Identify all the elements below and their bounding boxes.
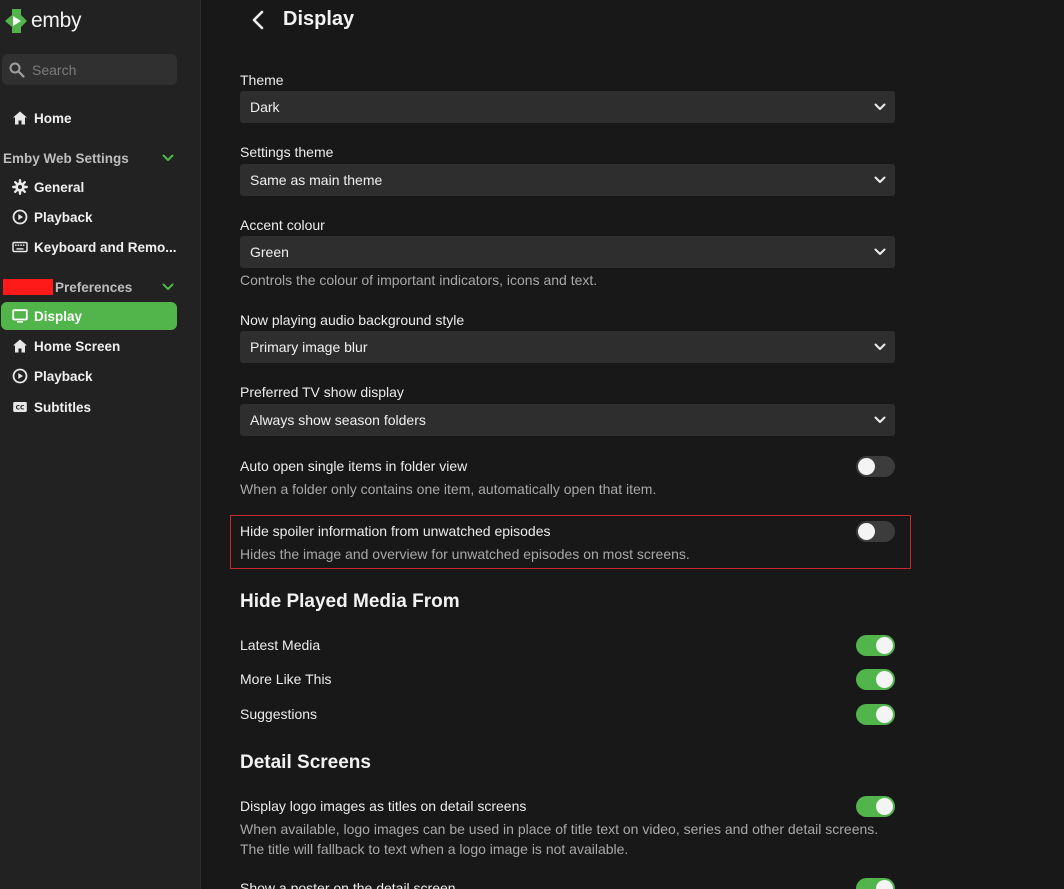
latest-media-label: Latest Media — [240, 637, 321, 653]
hide-spoiler-description: Hides the image and overview for unwatch… — [240, 546, 690, 562]
toggle-knob — [876, 706, 893, 723]
tv-display-select[interactable]: Always show season folders — [240, 404, 895, 436]
now-playing-value: Primary image blur — [250, 339, 368, 355]
detail-screens-heading: Detail Screens — [240, 752, 371, 773]
keyboard-icon — [11, 239, 28, 256]
suggestions-label: Suggestions — [240, 706, 318, 722]
gear-icon — [11, 179, 28, 196]
toggle-knob — [876, 880, 893, 889]
sidebar-item-label: Display — [34, 308, 83, 324]
tv-display-value: Always show season folders — [250, 412, 426, 428]
suggestions-toggle[interactable] — [856, 704, 895, 725]
play-circle-icon — [11, 368, 28, 385]
search-input[interactable]: Search — [2, 54, 177, 85]
more-like-this-toggle[interactable] — [856, 669, 895, 690]
sidebar-item-home[interactable]: Home — [1, 104, 177, 132]
logo-titles-toggle[interactable] — [856, 796, 895, 817]
sidebar-item-playback-pref[interactable]: Playback — [1, 362, 177, 390]
home-icon — [11, 338, 28, 355]
auto-open-label: Auto open single items in folder view — [240, 458, 468, 474]
more-like-this-label: More Like This — [240, 671, 332, 687]
theme-value: Dark — [250, 99, 280, 115]
search-icon — [9, 62, 25, 78]
theme-label: Theme — [240, 72, 284, 88]
poster-toggle[interactable] — [856, 878, 895, 889]
sidebar-item-general[interactable]: General — [1, 173, 177, 201]
sidebar-item-label: Home Screen — [34, 338, 121, 354]
settings-theme-label: Settings theme — [240, 144, 334, 160]
theme-select[interactable]: Dark — [240, 91, 895, 123]
section-preferences[interactable]: Preferences — [3, 276, 175, 298]
logo-titles-description-1: When available, logo images can be used … — [240, 821, 879, 837]
chevron-down-icon — [874, 343, 886, 350]
hide-spoiler-toggle[interactable] — [856, 521, 895, 542]
accent-colour-select[interactable]: Green — [240, 236, 895, 268]
hide-spoiler-label: Hide spoiler information from unwatched … — [240, 523, 551, 539]
toggle-knob — [876, 798, 893, 815]
accent-colour-value: Green — [250, 244, 289, 260]
section-emby-web-settings[interactable]: Emby Web Settings — [3, 147, 175, 169]
section-title: Emby Web Settings — [3, 150, 129, 166]
auto-open-toggle[interactable] — [856, 456, 895, 477]
settings-theme-select[interactable]: Same as main theme — [240, 164, 895, 196]
chevron-down-icon — [874, 248, 886, 255]
sidebar-item-keyboard[interactable]: Keyboard and Remo... — [1, 233, 177, 261]
hide-played-heading: Hide Played Media From — [240, 591, 460, 612]
latest-media-toggle[interactable] — [856, 635, 895, 656]
logo-titles-label: Display logo images as titles on detail … — [240, 798, 527, 814]
accent-colour-description: Controls the colour of important indicat… — [240, 272, 598, 288]
now-playing-select[interactable]: Primary image blur — [240, 331, 895, 363]
back-arrow-icon[interactable] — [249, 9, 267, 31]
redacted-username — [3, 279, 53, 295]
section-title: Preferences — [55, 279, 133, 295]
toggle-knob — [876, 637, 893, 654]
chevron-down-icon — [874, 176, 886, 183]
chevron-down-icon — [874, 416, 886, 423]
sidebar-item-home-screen[interactable]: Home Screen — [1, 332, 177, 360]
settings-theme-value: Same as main theme — [250, 172, 383, 188]
sidebar-item-label: Playback — [34, 209, 93, 225]
search-placeholder: Search — [32, 61, 77, 78]
sidebar-item-playback[interactable]: Playback — [1, 203, 177, 231]
sidebar-item-display[interactable]: Display — [1, 302, 177, 330]
sidebar-item-label: General — [34, 179, 85, 195]
sidebar-item-subtitles[interactable]: CC Subtitles — [1, 393, 177, 421]
now-playing-label: Now playing audio background style — [240, 312, 465, 328]
toggle-knob — [876, 671, 893, 688]
emby-logo-icon — [5, 9, 27, 33]
sidebar-item-label: Subtitles — [34, 399, 92, 415]
home-icon — [11, 110, 28, 127]
chevron-down-icon — [874, 103, 886, 110]
toggle-knob — [858, 523, 875, 540]
logo-text: emby — [31, 9, 82, 32]
toggle-knob — [858, 458, 875, 475]
subtitles-icon: CC — [11, 399, 28, 416]
sidebar-item-label: Keyboard and Remo... — [34, 239, 177, 255]
page-title: Display — [283, 8, 355, 30]
main-content: Display Theme Dark Settings theme Same a… — [201, 0, 1064, 889]
sidebar-item-label: Playback — [34, 368, 93, 384]
accent-colour-label: Accent colour — [240, 217, 325, 233]
monitor-icon — [11, 308, 28, 325]
sidebar: emby Search Home Emby Web Settings Gener… — [0, 0, 201, 889]
chevron-down-icon — [162, 154, 174, 161]
emby-logo[interactable]: emby — [4, 8, 81, 34]
tv-display-label: Preferred TV show display — [240, 384, 404, 400]
auto-open-description: When a folder only contains one item, au… — [240, 481, 657, 497]
sidebar-item-label: Home — [34, 110, 72, 126]
poster-label: Show a poster on the detail screen — [240, 880, 456, 889]
page-header: Display — [249, 8, 354, 31]
chevron-down-icon — [162, 283, 174, 290]
svg-text:CC: CC — [15, 405, 24, 412]
play-circle-icon — [11, 209, 28, 226]
logo-titles-description-2: The title will fallback to text when a l… — [240, 841, 629, 857]
